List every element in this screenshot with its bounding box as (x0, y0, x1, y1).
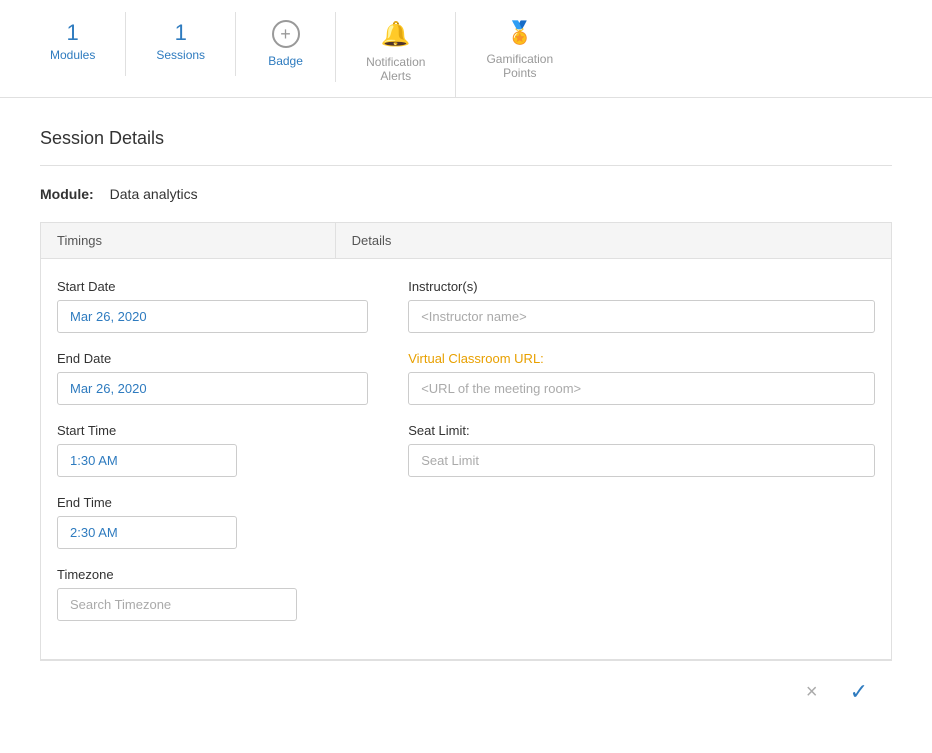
form-area: Start Date End Date Start Time End Time … (40, 259, 892, 660)
title-divider (40, 165, 892, 166)
start-time-label: Start Time (57, 423, 368, 438)
instructors-input[interactable] (408, 300, 875, 333)
nav-item-notification-alerts[interactable]: 🔔 Notification Alerts (336, 12, 456, 97)
table-header: Timings Details (40, 222, 892, 259)
virtual-url-group: Virtual Classroom URL: (408, 351, 875, 405)
gamification-points-label: Gamification Points (486, 52, 553, 80)
end-time-input[interactable] (57, 516, 237, 549)
timezone-label: Timezone (57, 567, 368, 582)
confirm-icon: ✓ (850, 679, 868, 704)
seat-limit-group: Seat Limit: (408, 423, 875, 477)
badge-add-icon: + (272, 20, 300, 48)
timings-header: Timings (41, 223, 336, 258)
end-date-group: End Date (57, 351, 368, 405)
instructors-label: Instructor(s) (408, 279, 875, 294)
form-left: Start Date End Date Start Time End Time … (57, 279, 368, 639)
details-header: Details (336, 223, 891, 258)
bell-icon: 🔔 (381, 20, 411, 49)
nav-item-badge[interactable]: + Badge (236, 12, 336, 82)
start-date-group: Start Date (57, 279, 368, 333)
end-time-label: End Time (57, 495, 368, 510)
module-label: Module: (40, 186, 94, 202)
module-row: Module: Data analytics (40, 186, 892, 202)
sessions-count: 1 (175, 20, 187, 46)
sessions-label: Sessions (156, 48, 205, 62)
nav-item-sessions[interactable]: 1 Sessions (126, 12, 236, 76)
end-time-group: End Time (57, 495, 368, 549)
timezone-group: Timezone (57, 567, 368, 621)
instructors-group: Instructor(s) (408, 279, 875, 333)
main-content: Session Details Module: Data analytics T… (0, 98, 932, 753)
notification-alerts-label: Notification Alerts (366, 55, 425, 83)
modules-label: Modules (50, 48, 95, 62)
badge-label: Badge (268, 54, 303, 68)
start-date-label: Start Date (57, 279, 368, 294)
action-bar: × ✓ (40, 660, 892, 723)
top-nav: 1 Modules 1 Sessions + Badge 🔔 Notificat… (0, 0, 932, 98)
timezone-input[interactable] (57, 588, 297, 621)
confirm-button[interactable]: ✓ (842, 675, 876, 709)
end-date-input[interactable] (57, 372, 368, 405)
start-time-group: Start Time (57, 423, 368, 477)
section-title: Session Details (40, 128, 892, 149)
start-date-input[interactable] (57, 300, 368, 333)
virtual-url-label: Virtual Classroom URL: (408, 351, 875, 366)
cancel-button[interactable]: × (798, 677, 826, 708)
cancel-icon: × (806, 681, 818, 703)
form-right: Instructor(s) Virtual Classroom URL: Sea… (408, 279, 875, 639)
modules-count: 1 (67, 20, 79, 46)
nav-item-modules[interactable]: 1 Modules (20, 12, 126, 76)
start-time-input[interactable] (57, 444, 237, 477)
medal-icon: 🏅 (506, 20, 533, 46)
nav-item-gamification-points[interactable]: 🏅 Gamification Points (456, 12, 583, 94)
virtual-url-input[interactable] (408, 372, 875, 405)
seat-limit-label: Seat Limit: (408, 423, 875, 438)
seat-limit-input[interactable] (408, 444, 875, 477)
module-value: Data analytics (110, 186, 198, 202)
end-date-label: End Date (57, 351, 368, 366)
